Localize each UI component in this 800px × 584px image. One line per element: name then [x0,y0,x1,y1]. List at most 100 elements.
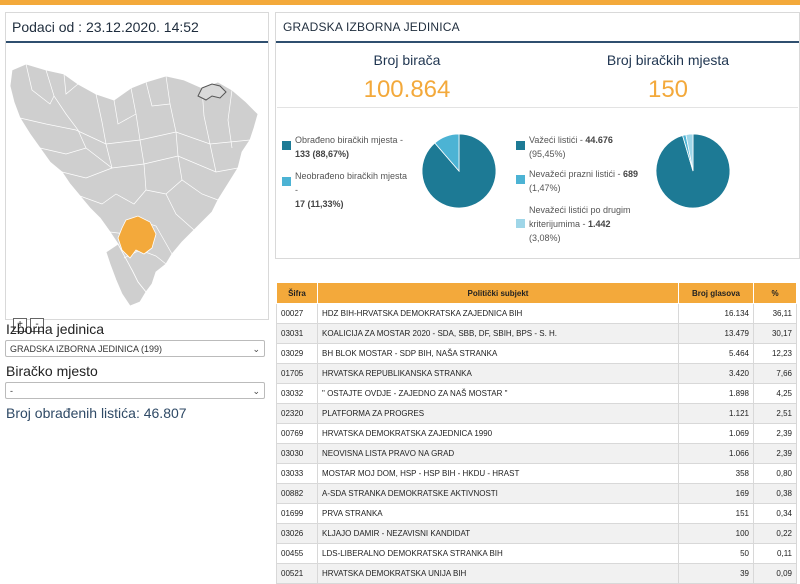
cell-percent: 2,39 [753,423,797,444]
place-select[interactable]: - ⌄ [5,382,265,399]
results-table-body: 00027 HDZ BIH-HRVATSKA DEMOKRATSKA ZAJEDN… [276,303,797,584]
unit-select[interactable]: GRADSKA IZBORNA JEDINICA (199) ⌄ [5,340,265,357]
cell-percent: 0,11 [753,543,797,564]
header-percent[interactable]: % [753,282,797,304]
cell-votes: 1.069 [678,423,754,444]
cell-party: A-SDA STRANKA DEMOKRATSKE AKTIVNOSTI [317,483,679,504]
legend-processed-label: Obrađeno biračkih mjesta - [295,135,404,145]
legend-other-label-1: Nevažeći listići po drugim [529,205,631,215]
cell-votes: 13.479 [678,323,754,344]
cell-percent: 12,23 [753,343,797,364]
legend-swatch [282,177,291,186]
table-row[interactable]: 03033 MOSTAR MOJ DOM, HSP - HSP BIH - HKD… [276,463,797,484]
voters-value: 100.864 [363,76,451,103]
cell-party: " OSTAJTE OVDJE - ZAJEDNO ZA NAŠ MOSTAR … [317,383,679,404]
cell-votes: 169 [678,483,754,504]
table-row[interactable]: 01705 HRVATSKA REPUBLIKANSKA STRANKA 3.420… [276,363,797,384]
unit-label: Izborna jedinica [6,321,105,337]
cell-party: PRVA STRANKA [317,503,679,524]
summary-header: GRADSKA IZBORNA JEDINICA [276,13,799,43]
table-row[interactable]: 00027 HDZ BIH-HRVATSKA DEMOKRATSKA ZAJEDN… [276,303,797,324]
cell-code: 03029 [276,343,318,364]
legend-unprocessed: Neobrađeno biračkih mjesta - 17 (11,33%) [282,169,412,211]
cell-percent: 2,51 [753,403,797,424]
cell-code: 03030 [276,443,318,464]
chevron-down-icon: ⌄ [252,386,260,396]
place-label: Biračko mjesto [6,363,98,379]
cell-votes: 1.898 [678,383,754,404]
legend-other-value: 1.442 [588,219,611,229]
ballots-pie-chart [655,133,731,209]
cell-party: KOALICIJA ZA MOSTAR 2020 - SDA, SBB, DF,… [317,323,679,344]
table-row[interactable]: 03032 " OSTAJTE OVDJE - ZAJEDNO ZA NAŠ MO… [276,383,797,404]
cell-code: 01699 [276,503,318,524]
legend-other-label-2: kriterijumima - [529,219,586,229]
cell-percent: 0,34 [753,503,797,524]
stations-value: 150 [647,76,689,103]
legend-empty-label: Nevažeći prazni listići - [529,169,621,179]
table-row[interactable]: 00882 A-SDA STRANKA DEMOKRATSKE AKTIVNOST… [276,483,797,504]
cell-votes: 151 [678,503,754,524]
table-row[interactable]: 03026 KLJAJO DAMIR - NEZAVISNI KANDIDAT 10… [276,523,797,544]
cell-party: HDZ BIH-HRVATSKA DEMOKRATSKA ZAJEDNICA B… [317,303,679,324]
cell-party: PLATFORMA ZA PROGRES [317,403,679,424]
results-table: Šifra Politički subjekt Broj glasova % 0… [276,282,797,584]
legend-valid-value: 44.676 [585,135,613,145]
cell-code: 03031 [276,323,318,344]
legend-processed: Obrađeno biračkih mjesta - 133 (88,67%) [282,133,412,161]
header-votes[interactable]: Broj glasova [678,282,754,304]
cell-percent: 7,66 [753,363,797,384]
table-row[interactable]: 01699 PRVA STRANKA 151 0,34 [276,503,797,524]
legend-swatch [516,141,525,150]
legend-valid-pct: (95,45%) [529,149,566,159]
legend-unprocessed-value: 17 (11,33%) [295,199,344,209]
cell-votes: 3.420 [678,363,754,384]
cell-party: LDS-LIBERALNO DEMOKRATSKA STRANKA BIH [317,543,679,564]
legend-processed-value: 133 (88,67%) [295,149,350,159]
legend-empty-pct: (1,47%) [529,183,561,193]
legend-other-pct: (3,08%) [529,233,561,243]
cell-party: NEOVISNA LISTA PRAVO NA GRAD [317,443,679,464]
cell-party: KLJAJO DAMIR - NEZAVISNI KANDIDAT [317,523,679,544]
table-row[interactable]: 02320 PLATFORMA ZA PROGRES 1.121 2,51 [276,403,797,424]
legend-swatch [282,141,291,150]
cell-code: 00027 [276,303,318,324]
table-row[interactable]: 00769 HRVATSKA DEMOKRATSKA ZAJEDNICA 1990… [276,423,797,444]
legend-empty-value: 689 [623,169,639,179]
legend-other: Nevažeći listići po drugim kriterijumima … [516,203,646,245]
cell-votes: 50 [678,543,754,564]
table-row[interactable]: 03030 NEOVISNA LISTA PRAVO NA GRAD 1.066 2,… [276,443,797,464]
chevron-down-icon: ⌄ [252,344,260,354]
cell-party: MOSTAR MOJ DOM, HSP - HSP BIH - HKDU - H… [317,463,679,484]
cell-code: 03033 [276,463,318,484]
top-accent-bar [0,0,800,5]
place-select-value: - [10,385,13,396]
cell-votes: 1.066 [678,443,754,464]
bih-map[interactable] [6,44,266,314]
cell-code: 00769 [276,423,318,444]
divider [277,107,798,108]
cell-party: HRVATSKA REPUBLIKANSKA STRANKA [317,363,679,384]
processed-ballots: Broj obrađenih listića: 46.807 [6,405,187,421]
cell-percent: 0,80 [753,463,797,484]
cell-party: HRVATSKA DEMOKRATSKA ZAJEDNICA 1990 [317,423,679,444]
table-row[interactable]: 03031 KOALICIJA ZA MOSTAR 2020 - SDA, SBB… [276,323,797,344]
cell-percent: 2,39 [753,443,797,464]
header-party[interactable]: Politički subjekt [317,282,679,304]
cell-votes: 16.134 [678,303,754,324]
cell-code: 03026 [276,523,318,544]
table-header-row: Šifra Politički subjekt Broj glasova % [276,282,797,304]
map-panel: Podaci od : 23.12.2020. 14:52 + - [5,12,269,332]
voters-title: Broj birača [373,52,441,68]
cell-votes: 5.464 [678,343,754,364]
legend-swatch [516,175,525,184]
legend-valid: Važeći listići - 44.676 (95,45%) [516,133,646,161]
cell-percent: 0,38 [753,483,797,504]
header-code[interactable]: Šifra [276,282,318,304]
table-row[interactable]: 00455 LDS-LIBERALNO DEMOKRATSKA STRANKA B… [276,543,797,564]
data-date-label: Podaci od : 23.12.2020. 14:52 [6,13,268,43]
legend-swatch [516,219,525,228]
table-row[interactable]: 03029 BH BLOK MOSTAR - SDP BIH, NAŠA STRA… [276,343,797,364]
cell-code: 02320 [276,403,318,424]
legend-unprocessed-label: Neobrađeno biračkih mjesta - [295,171,408,195]
